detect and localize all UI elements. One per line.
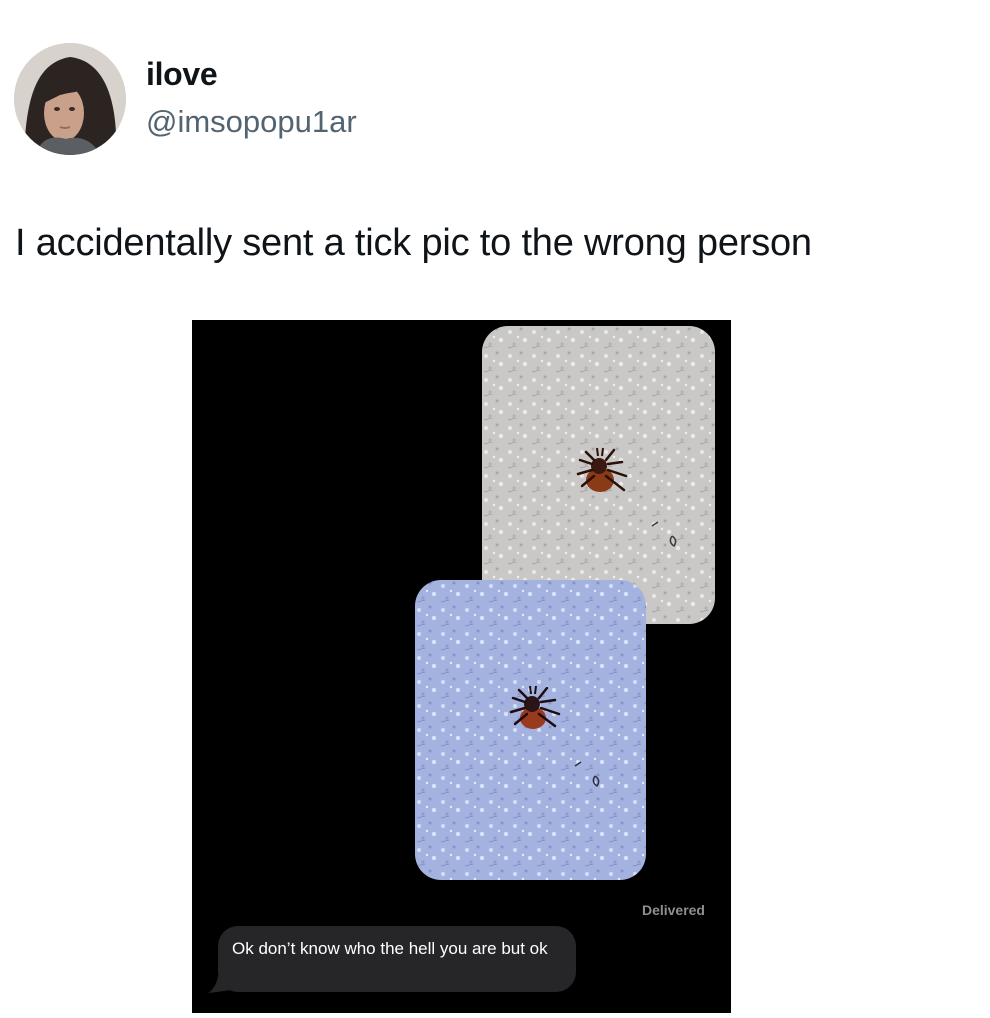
tick-photo-blue[interactable] [415, 580, 646, 880]
reply-message-text: Ok don’t know who the hell you are but o… [232, 939, 548, 958]
avatar[interactable] [14, 43, 126, 155]
tweet-text: I accidentally sent a tick pic to the wr… [15, 222, 812, 264]
reply-message-bubble[interactable]: Ok don’t know who the hell you are but o… [218, 926, 576, 992]
tweet-media[interactable]: Delivered Ok don’t know who the hell you… [192, 320, 731, 1013]
display-name[interactable]: ilove [146, 56, 218, 93]
tick-photo-blue-icon [415, 580, 646, 880]
user-handle[interactable]: @imsopopu1ar [146, 104, 357, 140]
profile-photo-icon [14, 43, 126, 155]
delivered-status: Delivered [641, 902, 705, 918]
